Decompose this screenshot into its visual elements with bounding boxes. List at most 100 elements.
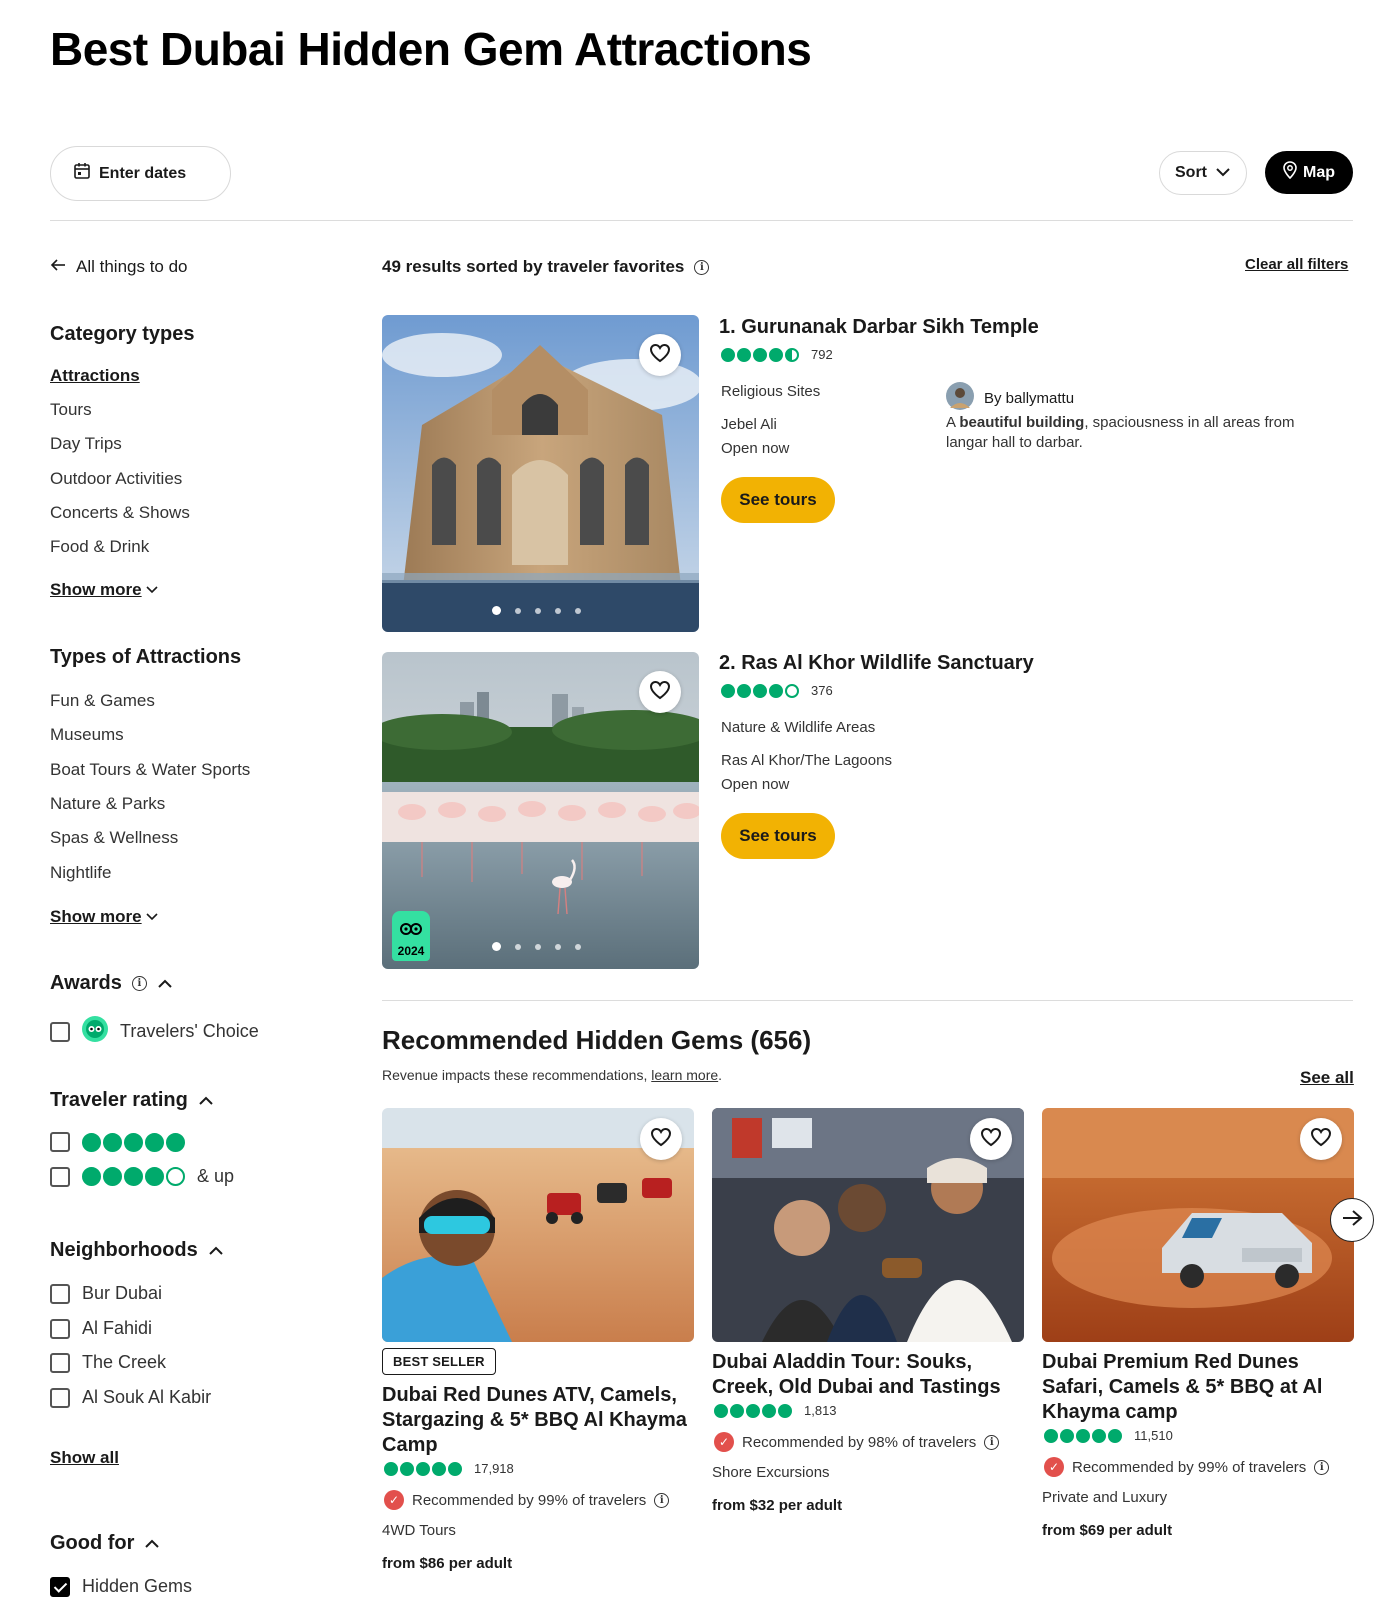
info-icon[interactable]: i: [984, 1434, 1000, 1450]
neighborhoods-title: Neighborhoods: [50, 1239, 198, 1261]
price-value: $69: [1079, 1522, 1105, 1539]
rec-card-1-title[interactable]: Dubai Red Dunes ATV, Camels, Stargazing …: [382, 1383, 692, 1458]
rating-filter-5-bubbles[interactable]: [50, 1132, 185, 1152]
category-item-day-trips[interactable]: Day Trips: [50, 434, 122, 454]
rec-card-1-rating: 17,918: [384, 1461, 514, 1476]
save-heart-button[interactable]: [640, 1118, 682, 1160]
price-value: $32: [749, 1497, 775, 1514]
good-for-heading[interactable]: Good for: [50, 1532, 160, 1555]
category-item-tours[interactable]: Tours: [50, 400, 92, 420]
rating-bubble: [82, 1132, 101, 1152]
info-icon[interactable]: i: [131, 976, 147, 991]
result-2-see-tours-button[interactable]: See tours: [721, 813, 835, 859]
sort-label: Sort: [1175, 164, 1207, 181]
carousel-dot[interactable]: [575, 943, 581, 950]
good-for-option-hidden-gems[interactable]: Hidden Gems: [50, 1576, 192, 1597]
rating-bubble: [103, 1132, 122, 1152]
neighborhood-option-al-souk-al-kabir[interactable]: Al Souk Al Kabir: [50, 1387, 211, 1408]
neighborhoods-show-all-link[interactable]: Show all: [50, 1448, 119, 1468]
rating-4-checkbox[interactable]: [50, 1166, 70, 1187]
rec-card-3-review-count[interactable]: 11,510: [1134, 1428, 1173, 1443]
save-heart-button[interactable]: [1300, 1118, 1342, 1160]
save-heart-button[interactable]: [639, 671, 681, 713]
neighborhood-checkbox[interactable]: [50, 1318, 70, 1339]
attraction-types-show-more-link[interactable]: Show more: [50, 907, 158, 927]
category-show-more-link[interactable]: Show more: [50, 580, 158, 600]
rating-bubble: [753, 683, 767, 698]
rec-card-2-title[interactable]: Dubai Aladdin Tour: Souks, Creek, Old Du…: [712, 1350, 1024, 1400]
result-1-review-count[interactable]: 792: [811, 347, 833, 362]
learn-more-link[interactable]: learn more: [651, 1067, 718, 1083]
travelers-choice-checkbox[interactable]: [50, 1021, 70, 1042]
neighborhood-checkbox[interactable]: [50, 1387, 70, 1408]
neighborhood-option-al-fahidi[interactable]: Al Fahidi: [50, 1318, 152, 1339]
calendar-icon: [73, 162, 91, 185]
category-item-attractions[interactable]: Attractions: [50, 366, 140, 386]
price-unit: per adult: [448, 1555, 513, 1572]
result-2-review-count[interactable]: 376: [811, 683, 833, 698]
all-things-to-do-link[interactable]: All things to do: [50, 257, 188, 277]
result-2-photo[interactable]: 2024: [382, 652, 699, 969]
result-2-title[interactable]: 2. Ras Al Khor Wildlife Sanctuary: [719, 652, 1034, 675]
rating-bubble-empty: [166, 1167, 185, 1186]
save-heart-button[interactable]: [970, 1118, 1012, 1160]
result-2-location: Ras Al Khor/The Lagoons: [721, 752, 892, 769]
result-1-title[interactable]: 1. Gurunanak Darbar Sikh Temple: [719, 316, 1039, 339]
info-icon[interactable]: i: [654, 1492, 670, 1508]
neighborhood-checkbox[interactable]: [50, 1352, 70, 1373]
rating-bubble: [737, 683, 751, 698]
awards-heading[interactable]: Awards i: [50, 972, 173, 995]
category-item-concerts-shows[interactable]: Concerts & Shows: [50, 503, 190, 523]
category-item-outdoor-activities[interactable]: Outdoor Activities: [50, 469, 182, 489]
rec-card-1-photo[interactable]: [382, 1108, 694, 1342]
awards-travelers-choice-option[interactable]: Travelers' Choice: [50, 1016, 259, 1047]
neighborhoods-heading[interactable]: Neighborhoods: [50, 1239, 224, 1262]
clear-all-filters-link[interactable]: Clear all filters: [1245, 256, 1348, 273]
category-item-food-drink[interactable]: Food & Drink: [50, 537, 149, 557]
attraction-type-nature-parks[interactable]: Nature & Parks: [50, 794, 165, 814]
rating-bubble: [384, 1461, 398, 1476]
carousel-next-button[interactable]: [1330, 1198, 1374, 1242]
rating-5-checkbox[interactable]: [50, 1132, 70, 1152]
neighborhood-option-bur-dubai[interactable]: Bur Dubai: [50, 1283, 162, 1304]
attraction-type-boat-tours[interactable]: Boat Tours & Water Sports: [50, 760, 250, 780]
chevron-down-icon: [146, 581, 158, 599]
rating-bubble: [145, 1167, 164, 1186]
attraction-type-fun-games[interactable]: Fun & Games: [50, 691, 155, 711]
rating-filter-4-and-up[interactable]: & up: [50, 1166, 234, 1187]
carousel-dot[interactable]: [492, 606, 501, 615]
rec-card-1-review-count[interactable]: 17,918: [474, 1461, 514, 1476]
result-1-see-tours-button[interactable]: See tours: [721, 477, 835, 523]
rec-card-2-photo[interactable]: [712, 1108, 1024, 1342]
info-icon[interactable]: i: [694, 259, 710, 275]
carousel-dot[interactable]: [535, 943, 541, 950]
map-button[interactable]: Map: [1265, 151, 1353, 194]
see-all-link[interactable]: See all: [1300, 1068, 1354, 1088]
result-1-review-author[interactable]: By ballymattu: [946, 382, 1074, 415]
carousel-dot[interactable]: [555, 607, 561, 614]
rec-card-3-photo[interactable]: [1042, 1108, 1354, 1342]
traveler-rating-title: Traveler rating: [50, 1089, 188, 1111]
carousel-dot[interactable]: [555, 943, 561, 950]
neighborhood-option-the-creek[interactable]: The Creek: [50, 1352, 166, 1373]
info-icon[interactable]: i: [1314, 1459, 1330, 1475]
sort-button[interactable]: Sort: [1159, 151, 1247, 195]
result-1-photo[interactable]: [382, 315, 699, 632]
hidden-gems-checkbox[interactable]: [50, 1576, 70, 1597]
rec-card-3-title[interactable]: Dubai Premium Red Dunes Safari, Camels &…: [1042, 1350, 1362, 1425]
traveler-rating-heading[interactable]: Traveler rating: [50, 1089, 214, 1112]
carousel-dot[interactable]: [535, 607, 541, 614]
section-divider: [382, 1000, 1353, 1001]
save-heart-button[interactable]: [639, 334, 681, 376]
attraction-type-nightlife[interactable]: Nightlife: [50, 863, 111, 883]
attraction-type-museums[interactable]: Museums: [50, 725, 124, 745]
carousel-dot[interactable]: [492, 942, 501, 951]
neighborhood-checkbox[interactable]: [50, 1283, 70, 1304]
carousel-dot[interactable]: [575, 607, 581, 614]
attraction-type-spas-wellness[interactable]: Spas & Wellness: [50, 828, 178, 848]
enter-dates-button[interactable]: Enter dates: [50, 146, 231, 201]
carousel-dot[interactable]: [515, 607, 521, 614]
rec-card-1-recommended: ✓ Recommended by 99% of travelers i: [384, 1490, 670, 1510]
carousel-dot[interactable]: [515, 943, 521, 950]
rec-card-2-review-count[interactable]: 1,813: [804, 1403, 837, 1418]
